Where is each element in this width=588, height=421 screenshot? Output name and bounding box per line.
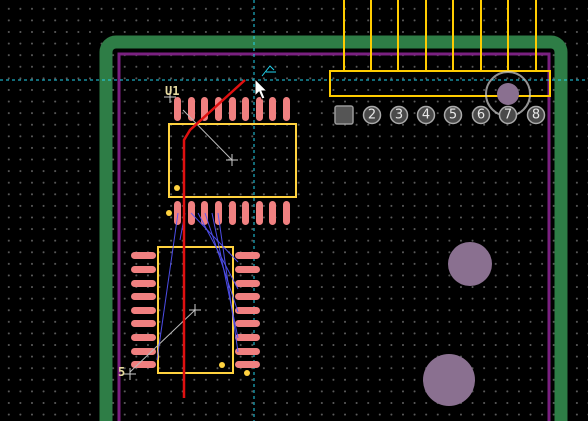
- smd-pad[interactable]: [131, 348, 156, 355]
- pin-label: 8: [532, 108, 540, 123]
- smd-pad[interactable]: [174, 97, 181, 121]
- smd-pad[interactable]: [235, 320, 260, 327]
- ratsnest: [156, 212, 239, 361]
- smd-pad[interactable]: [269, 201, 276, 225]
- smd-pad[interactable]: [235, 334, 260, 341]
- u1-top-pads: [174, 97, 290, 121]
- u2-right-pads: [235, 252, 260, 368]
- u2-pin1-marker: [219, 362, 225, 368]
- smd-pad[interactable]: [131, 293, 156, 300]
- mouse-pointer-icon: [254, 77, 269, 100]
- u1-reference-label[interactable]: U1: [165, 84, 179, 98]
- connector-pad-square[interactable]: [334, 105, 354, 125]
- smd-pad[interactable]: [131, 266, 156, 273]
- smd-pad[interactable]: [131, 280, 156, 287]
- smd-pad[interactable]: [235, 361, 260, 368]
- u2-origin-cross: [124, 368, 136, 380]
- smd-pad[interactable]: [269, 97, 276, 121]
- board-edge: [99, 35, 568, 421]
- smd-pad[interactable]: [235, 280, 260, 287]
- board-view[interactable]: 2 3 4 5 6 7 8 U1 5: [0, 0, 588, 421]
- smd-pad[interactable]: [188, 97, 195, 121]
- pin-label: 6: [477, 108, 485, 123]
- pin-label: 4: [422, 108, 430, 123]
- smd-pad[interactable]: [131, 320, 156, 327]
- pin-label: 5: [449, 108, 457, 123]
- smd-pad[interactable]: [131, 307, 156, 314]
- u2-reference-label[interactable]: 5: [118, 365, 125, 379]
- smd-pad[interactable]: [235, 307, 260, 314]
- mounting-hole[interactable]: [448, 242, 492, 286]
- mounting-hole[interactable]: [423, 354, 475, 406]
- pin-label: 3: [395, 108, 403, 123]
- smd-pad[interactable]: [229, 97, 236, 121]
- snap-target-icon: [261, 65, 276, 77]
- pcb-canvas[interactable]: 2 3 4 5 6 7 8 U1 5: [0, 0, 588, 421]
- u1-pin1-marker: [174, 185, 180, 191]
- smd-pad[interactable]: [235, 266, 260, 273]
- smd-pad[interactable]: [242, 97, 249, 121]
- smd-pad[interactable]: [229, 201, 236, 225]
- connector-pads: [334, 105, 546, 125]
- smd-pad[interactable]: [235, 348, 260, 355]
- smd-pad[interactable]: [256, 97, 263, 121]
- smd-pad[interactable]: [283, 201, 290, 225]
- pin-label: 7: [504, 108, 512, 123]
- smd-pad[interactable]: [283, 97, 290, 121]
- u2-via[interactable]: [244, 370, 250, 376]
- pin-label: 2: [368, 108, 376, 123]
- connector-mount-hole[interactable]: [497, 83, 519, 105]
- smd-pad[interactable]: [131, 334, 156, 341]
- u1-via[interactable]: [166, 210, 172, 216]
- smd-pad[interactable]: [235, 293, 260, 300]
- smd-pad[interactable]: [242, 201, 249, 225]
- smd-pad[interactable]: [256, 201, 263, 225]
- smd-pad[interactable]: [235, 252, 260, 259]
- smd-pad[interactable]: [131, 252, 156, 259]
